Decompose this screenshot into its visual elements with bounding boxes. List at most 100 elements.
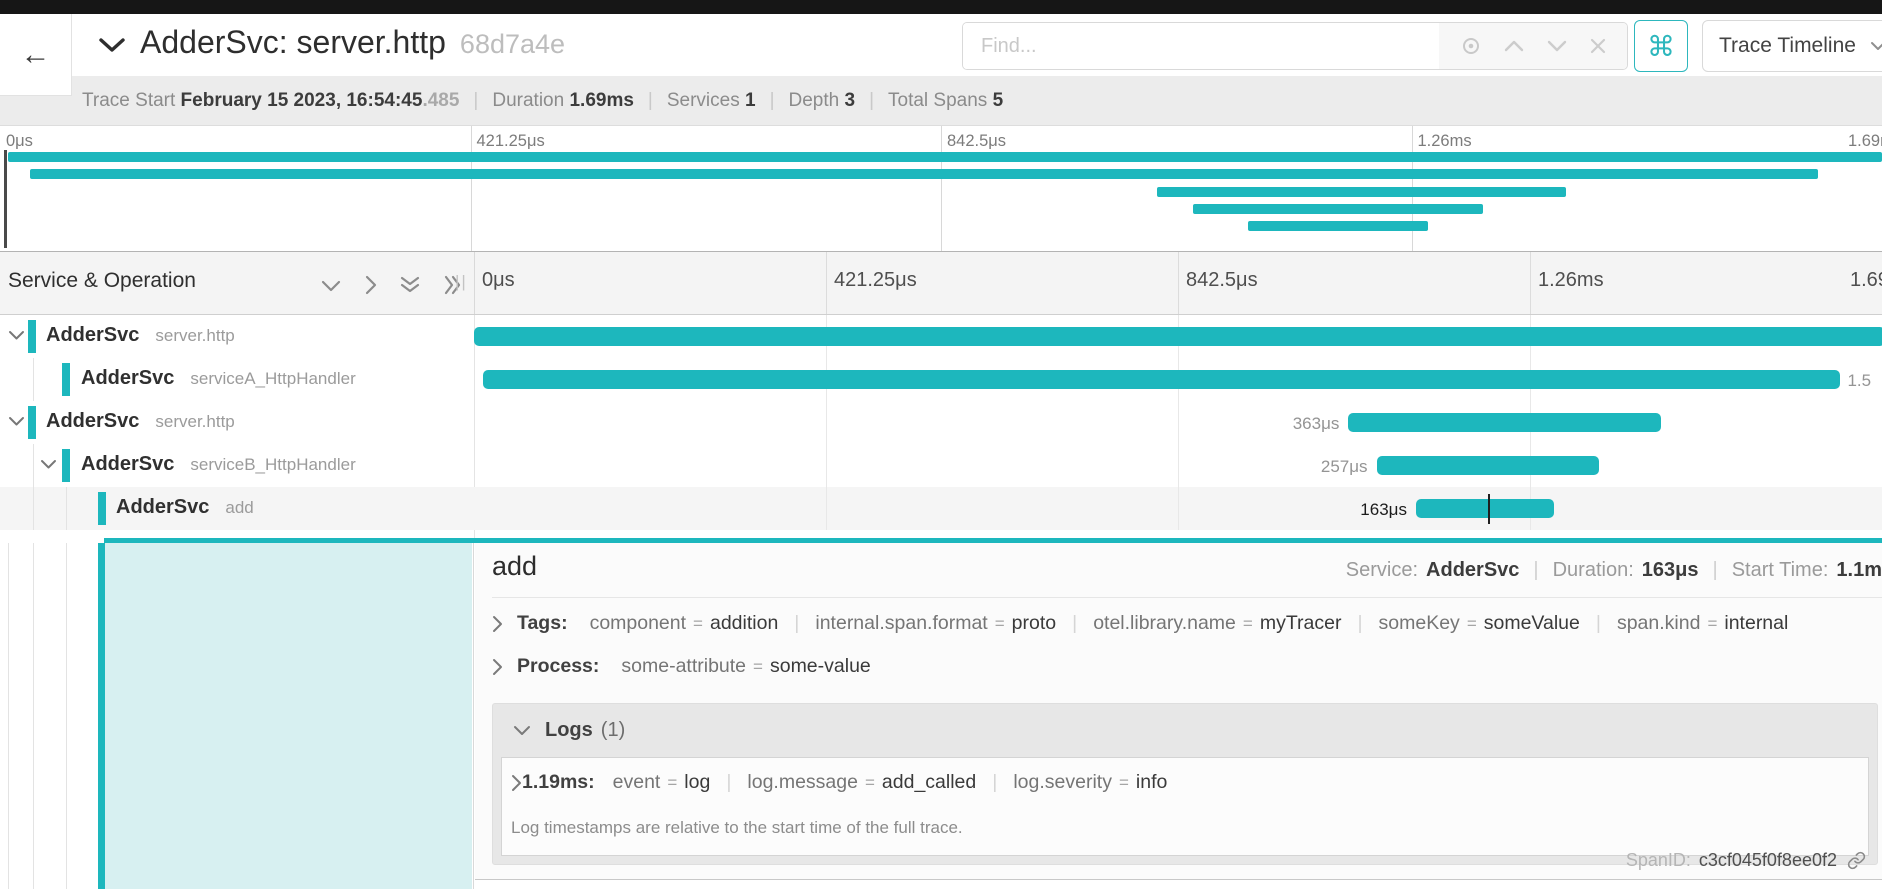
page-title: AdderSvc: server.http68d7a4e <box>140 24 565 61</box>
span-duration-bar[interactable] <box>474 327 1882 346</box>
tag-item: span.kind=internal <box>1617 612 1788 634</box>
log-event-marker[interactable] <box>1488 494 1490 524</box>
log-field-item: event=log <box>613 771 711 793</box>
stat-separator: | <box>473 90 478 112</box>
process-list: some-attribute=some-value <box>621 655 870 678</box>
kv-equals: = <box>865 773 875 792</box>
kv-value: addition <box>710 612 778 634</box>
trace-view-label: Trace Timeline <box>1719 34 1856 58</box>
minimap-span-bar <box>1157 187 1565 197</box>
kv-separator: | <box>992 771 997 793</box>
back-button[interactable]: ← <box>0 14 72 96</box>
collapse-all-button[interactable] <box>399 275 421 295</box>
kv-equals: = <box>1707 614 1717 633</box>
stat-value: 3 <box>845 90 856 111</box>
process-accordion[interactable]: Process: some-attribute=some-value <box>492 655 1878 678</box>
timeline-minimap[interactable]: 0μs421.25μs842.5μs1.26ms1.69ms <box>0 126 1882 252</box>
kv-equals: = <box>1119 773 1129 792</box>
span-row-name[interactable]: AdderSvcserviceB_HttpHandler <box>0 444 474 487</box>
span-service-name: AdderSvcadd <box>116 496 254 519</box>
selected-span-highlight[interactable] <box>105 543 472 889</box>
chevron-down-icon <box>1547 40 1567 52</box>
span-collapse-toggle[interactable] <box>40 459 57 470</box>
stat-separator: | <box>648 90 653 112</box>
kv-key: someKey <box>1379 612 1460 634</box>
prev-match-button[interactable] <box>1504 40 1524 52</box>
span-operation-name: serviceB_HttpHandler <box>190 455 355 474</box>
span-detail-title: add <box>492 551 537 582</box>
kv-equals: = <box>753 657 763 676</box>
minimap-span-bar <box>1193 204 1483 214</box>
trace-page-header: ← AdderSvc: server.http68d7a4e <box>0 14 1882 76</box>
indent-guide <box>66 543 67 889</box>
indent-guide <box>33 358 34 401</box>
span-duration-bar[interactable] <box>483 370 1840 389</box>
minimap-tick-label: 421.25μs <box>477 132 545 151</box>
kv-value: internal <box>1724 612 1788 634</box>
span-service-name: AdderSvcserviceA_HttpHandler <box>81 367 356 390</box>
log-entry: 1.19ms: event=log | log.message = add_called… <box>501 757 1869 856</box>
tags-accordion[interactable]: Tags: component=addition|internal.span.f… <box>492 612 1878 635</box>
logs-accordion[interactable]: Logs (1) <box>493 704 1877 756</box>
chevron-up-icon <box>1504 40 1524 52</box>
stat-value: 1 <box>745 90 756 111</box>
ruler-tick-label: 842.5μs <box>1186 269 1258 292</box>
log-timestamp: 1.19ms: <box>522 771 595 794</box>
clear-search-button[interactable] <box>1590 38 1606 54</box>
minimap-drag-handle[interactable] <box>4 150 7 248</box>
kv-value: log <box>684 771 710 793</box>
span-color-bar <box>28 320 36 353</box>
kv-separator: | <box>794 612 799 634</box>
span-service-name: AdderSvcserver.http <box>46 324 235 347</box>
stat-item: Services 1 <box>667 90 756 112</box>
link-icon[interactable] <box>1847 851 1866 870</box>
log-field-item: log.message = add_called <box>747 771 976 793</box>
column-resizer[interactable]: || <box>455 272 468 292</box>
span-row-name[interactable]: AdderSvcserviceA_HttpHandler <box>0 358 474 401</box>
tree-gutter <box>0 543 474 889</box>
window-top-strip <box>0 0 1882 14</box>
trace-collapse-toggle[interactable] <box>98 36 126 54</box>
span-collapse-toggle[interactable] <box>8 330 25 341</box>
focus-match-button[interactable] <box>1461 36 1481 56</box>
span-operation-name: add <box>225 498 253 517</box>
span-operation-name: server.http <box>155 412 234 431</box>
kv-equals: = <box>1243 614 1253 633</box>
ruler-tick-label: 1.26ms <box>1538 269 1604 292</box>
span-row-name[interactable]: AdderSvcadd <box>0 487 474 530</box>
kv-key: log.message <box>747 771 858 793</box>
tree-controls <box>320 274 463 296</box>
meta-label: Duration: <box>1553 559 1634 582</box>
span-duration-bar[interactable] <box>1348 413 1661 432</box>
selected-span-color-bar <box>98 543 105 889</box>
indent-guide <box>33 487 34 530</box>
stat-label: Depth <box>789 90 845 111</box>
find-input[interactable] <box>963 23 1439 69</box>
span-collapse-toggle[interactable] <box>8 416 25 427</box>
keyboard-shortcuts-button[interactable]: ⌘ <box>1634 20 1688 72</box>
minimap-gridline <box>471 126 472 251</box>
stat-label: Trace Start <box>82 90 181 111</box>
span-row-track: 163μs <box>474 487 1882 530</box>
divider <box>492 597 1882 598</box>
span-duration-bar[interactable] <box>1416 499 1554 518</box>
trace-id-short: 68d7a4e <box>460 29 565 59</box>
stat-value: 5 <box>993 90 1004 111</box>
span-row-name[interactable]: AdderSvcserver.http <box>0 315 474 358</box>
expand-one-button[interactable] <box>364 274 377 296</box>
kv-value: add_called <box>882 771 976 793</box>
span-duration-label: 257μs <box>1321 457 1368 477</box>
meta-value: AdderSvc <box>1426 559 1519 582</box>
log-entry-accordion[interactable]: 1.19ms: event=log | log.message = add_called… <box>511 771 1167 794</box>
timeline-gridline <box>1178 401 1179 444</box>
kv-key: component <box>590 612 686 634</box>
tag-item: someKey=someValue <box>1379 612 1580 634</box>
collapse-one-button[interactable] <box>320 279 342 292</box>
minimap-gridline <box>941 126 942 251</box>
stat-separator: | <box>770 90 775 112</box>
trace-view-dropdown[interactable]: Trace Timeline <box>1702 20 1882 72</box>
span-duration-bar[interactable] <box>1377 456 1599 475</box>
span-row-name[interactable]: AdderSvcserver.http <box>0 401 474 444</box>
service-operation-header: Service & Operation <box>8 269 196 293</box>
next-match-button[interactable] <box>1547 40 1567 52</box>
